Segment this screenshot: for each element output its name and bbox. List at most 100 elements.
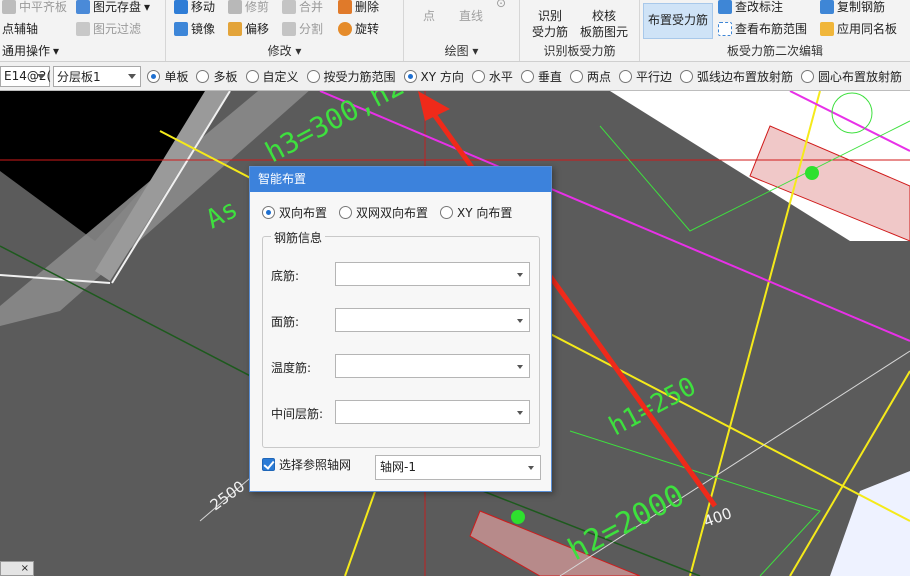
rebar-field-combo[interactable] (335, 400, 530, 424)
radio-dot-icon[interactable] (520, 69, 534, 83)
move-button[interactable]: 移动 (174, 0, 215, 15)
radio-dot-icon[interactable] (147, 69, 161, 83)
trim-icon (228, 0, 242, 14)
field-label: 中间层筋: (271, 407, 324, 421)
placement-mode-radio[interactable]: 自定义 (245, 68, 299, 85)
placement-mode-radio[interactable]: 平行边 (618, 68, 672, 85)
ribbon-group-general: 中平齐板 点辅轴 通用操作 ▾ 图元存盘 ▾ 图元过滤 (0, 0, 166, 61)
checkbox-checked-icon[interactable] (262, 458, 275, 471)
chevron-down-icon: ▾ (144, 0, 151, 14)
merge-icon (282, 0, 296, 14)
ribbon-general-ops-menu[interactable]: 通用操作 ▾ (2, 42, 59, 59)
radio-dot-icon[interactable] (196, 69, 210, 83)
radio-dot-icon[interactable] (800, 69, 814, 83)
rotate-icon (338, 21, 352, 36)
layer-combo[interactable]: 分层板1 (53, 65, 142, 87)
placement-mode-radio[interactable]: XY 方向 (403, 68, 464, 85)
option-bar: E14@2( 分层板1 单板 多板 自定义 按受力筋范围 XY 方向 水平 垂直 两点 平行边弧… (0, 62, 910, 91)
placement-mode-radio[interactable]: 水平 (471, 68, 513, 85)
rebar-field-combo[interactable] (335, 308, 530, 332)
draw-circle-button[interactable]: ⊙ (496, 0, 506, 10)
axis-grid-combo[interactable]: 轴网-1 (375, 455, 541, 480)
radio-dot-icon[interactable] (339, 206, 353, 219)
draw-line-button[interactable]: 直线 (454, 8, 488, 24)
group-title: 钢筋信息 (271, 229, 326, 246)
merge-button[interactable]: 合并 (282, 0, 323, 15)
trim-button[interactable]: 修剪 (228, 0, 269, 15)
placement-mode-radio[interactable]: 垂直 (520, 68, 562, 85)
eraser-icon (338, 0, 352, 14)
split-button[interactable]: 分割 (282, 20, 323, 37)
mirror-button[interactable]: 镜像 (174, 20, 215, 37)
layout-option-radio[interactable]: XY 向布置 (440, 204, 512, 221)
place-rebar-button[interactable]: 布置受力筋 (643, 3, 713, 39)
edit-annotation-button[interactable]: 查改标注 (718, 0, 783, 15)
chevron-down-icon (517, 411, 523, 415)
radio-dot-icon[interactable] (403, 69, 417, 83)
ribbon-save-element-button[interactable]: 图元存盘 ▾ (76, 0, 150, 15)
placement-mode-radio[interactable]: 两点 (569, 68, 611, 85)
chevron-down-icon (128, 73, 137, 79)
ribbon-toolbar: 中平齐板 点辅轴 通用操作 ▾ 图元存盘 ▾ 图元过滤 移动 修剪 合并 删除 镜像… (0, 0, 910, 62)
copy-icon (820, 0, 834, 14)
draw-point-button[interactable]: 点 (418, 8, 440, 24)
copy-rebar-button[interactable]: 复制钢筋 (820, 0, 885, 15)
layout-option-radio[interactable]: 双网双向布置 (339, 204, 428, 221)
apply-icon (820, 21, 834, 36)
radio-dot-icon[interactable] (618, 69, 632, 83)
identify-rebar-button[interactable]: 识别 受力筋 (530, 8, 570, 40)
ribbon-align-slab-button[interactable]: 中平齐板 (2, 0, 67, 15)
view-range-button[interactable]: 查看布筋范围 (718, 20, 807, 37)
radio-dot-icon[interactable] (262, 206, 275, 219)
app-window: 中平齐板 点辅轴 通用操作 ▾ 图元存盘 ▾ 图元过滤 移动 修剪 合并 删除 镜像… (0, 0, 910, 576)
placement-mode-radio[interactable]: 圆心布置放射筋 (800, 68, 902, 85)
check-rebar-button[interactable]: 校核 板筋图元 (576, 8, 632, 40)
move-icon (174, 0, 188, 14)
apply-same-slab-button[interactable]: 应用同名板 (820, 20, 897, 37)
layout-option-radios: 双向布置 双网双向布置 XY 向布置 (262, 204, 524, 221)
align-icon (2, 0, 16, 14)
chevron-down-icon (517, 365, 523, 369)
placement-mode-radio[interactable]: 按受力筋范围 (306, 68, 396, 85)
offset-button[interactable]: 偏移 (228, 20, 269, 37)
placement-mode-radio[interactable]: 单板 (147, 68, 188, 85)
ribbon-group-draw: 点 直线 ⊙ 绘图 ▾ (404, 0, 520, 61)
rotate-button[interactable]: 旋转 (338, 20, 379, 37)
chevron-down-icon (528, 466, 534, 470)
rebar-grip (511, 510, 525, 524)
radio-dot-icon[interactable] (569, 69, 583, 83)
circle-icon: ⊙ (496, 0, 507, 10)
layout-option-radio[interactable]: 双向布置 (262, 204, 327, 221)
mirror-icon (174, 21, 188, 36)
close-icon: × (20, 563, 29, 574)
ribbon-group-edit: 布置受力筋 查改标注 查看布筋范围 复制钢筋 应用同名板 板受力筋二次编辑 (640, 0, 910, 61)
radio-dot-icon[interactable] (440, 206, 454, 219)
radio-dot-icon[interactable] (679, 69, 693, 83)
rebar-field-combo[interactable] (335, 262, 530, 286)
ribbon-group-title: 绘图 ▾ (444, 44, 479, 58)
radio-dot-icon[interactable] (306, 69, 320, 83)
chevron-down-icon: ▾ (53, 43, 60, 58)
ribbon-aux-axis-button[interactable]: 点辅轴 (2, 20, 38, 37)
radio-dot-icon[interactable] (245, 69, 259, 83)
ribbon-group-title: 修改 ▾ (267, 44, 302, 58)
ribbon-element-filter-button[interactable]: 图元过滤 (76, 20, 141, 37)
offset-icon (228, 21, 242, 36)
ribbon-group-title: 识别板受力筋 (543, 44, 616, 58)
smart-placement-dialog: 智能布置 双向布置 双网双向布置 XY 向布置 钢筋信息 底筋: 面筋: 温度筋: 中间层… (249, 166, 552, 492)
placement-mode-radio[interactable]: 多板 (196, 68, 238, 85)
axis-checkbox[interactable]: 选择参照轴网 (262, 456, 351, 473)
rebar-grip (805, 166, 819, 180)
rebar-field-combo[interactable] (335, 354, 530, 378)
dialog-title: 智能布置 (250, 167, 551, 192)
mini-tab-close[interactable]: × (0, 561, 34, 576)
chevron-down-icon (517, 273, 523, 277)
field-label: 面筋: (271, 315, 300, 329)
rebar-spec-combo[interactable]: E14@2( (0, 65, 51, 87)
filter-icon (76, 21, 90, 36)
delete-button[interactable]: 删除 (338, 0, 379, 15)
placement-mode-radio[interactable]: 弧线边布置放射筋 (679, 68, 793, 85)
radio-dot-icon[interactable] (471, 69, 485, 83)
range-icon (718, 21, 732, 36)
ribbon-group-title: 板受力筋二次编辑 (726, 44, 823, 58)
